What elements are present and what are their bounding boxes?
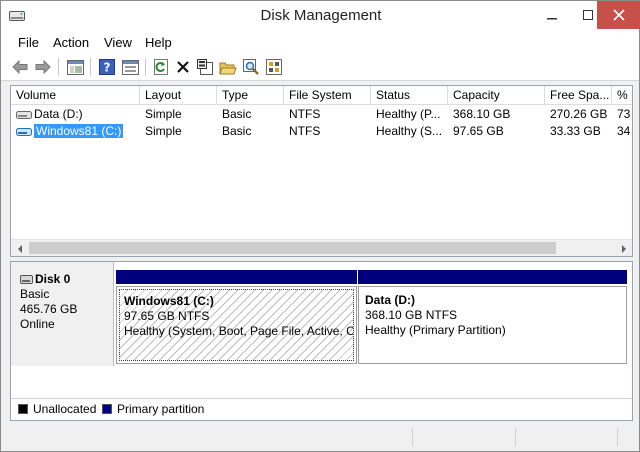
- scroll-left-icon[interactable]: [11, 240, 28, 256]
- volume-name-cell: Windows81 (C:): [11, 123, 140, 140]
- column-header-percent-free[interactable]: % F: [612, 86, 632, 105]
- volume-drive-icon: [16, 127, 32, 136]
- minimize-icon: [547, 18, 557, 20]
- column-header-file-system[interactable]: File System: [284, 86, 371, 105]
- menu-bar: File Action View Help: [1, 31, 639, 53]
- back-arrow-icon[interactable]: [11, 58, 29, 76]
- partition-status: Healthy (System, Boot, Page File, Active…: [124, 324, 354, 338]
- volume-type-cell: Basic: [222, 124, 252, 138]
- open-folder-icon[interactable]: [219, 58, 237, 76]
- column-header-capacity[interactable]: Capacity: [448, 86, 545, 105]
- disk-name: Disk 0: [35, 272, 71, 286]
- column-header-free-space[interactable]: Free Spa...: [545, 86, 612, 105]
- minimize-button[interactable]: [535, 1, 569, 29]
- partition-name: Data (D:): [365, 293, 415, 307]
- disk-graphical-view: Disk 0 Basic 465.76 GB Online Windows81 …: [10, 261, 633, 421]
- disk-type: Basic: [20, 287, 50, 301]
- forward-arrow-icon[interactable]: [34, 58, 52, 76]
- volume-type-cell: Basic: [222, 107, 252, 121]
- partition-c[interactable]: Windows81 (C:) 97.65 GB NTFS Healthy (Sy…: [116, 270, 357, 364]
- primary-partition-swatch: [102, 404, 112, 414]
- menu-action[interactable]: Action: [53, 35, 89, 50]
- legend-unallocated: Unallocated: [33, 402, 97, 416]
- volume-row[interactable]: Data (D:) Simple Basic NTFS Healthy (P..…: [11, 106, 632, 123]
- scrollbar-thumb[interactable]: [29, 242, 556, 254]
- disk-status: Online: [20, 317, 55, 331]
- menu-view[interactable]: View: [104, 35, 132, 50]
- volume-row-selected[interactable]: Windows81 (C:) Simple Basic NTFS Healthy…: [11, 123, 632, 140]
- volume-layout-cell: Simple: [145, 124, 182, 138]
- legend-primary-partition: Primary partition: [117, 402, 205, 416]
- close-icon: [613, 9, 625, 21]
- maximize-icon: [583, 10, 593, 20]
- partition-size: 368.10 GB NTFS: [365, 308, 458, 322]
- status-divider: [412, 428, 413, 446]
- volume-list[interactable]: Volume Layout Type File System Status Ca…: [10, 85, 633, 257]
- disk-size: 465.76 GB: [20, 302, 78, 316]
- partition-status: Healthy (Primary Partition): [365, 323, 506, 337]
- volume-free-cell: 33.33 GB: [550, 124, 601, 138]
- volume-name: Data (D:): [34, 107, 83, 121]
- volume-capacity-cell: 97.65 GB: [453, 124, 504, 138]
- help-icon[interactable]: ?: [98, 58, 116, 76]
- title-bar[interactable]: Disk Management: [1, 1, 640, 31]
- volume-fs-cell: NTFS: [289, 124, 321, 138]
- snapin-icon[interactable]: [265, 58, 283, 76]
- disk-0-label[interactable]: Disk 0 Basic 465.76 GB Online: [11, 262, 114, 366]
- delete-icon[interactable]: [174, 58, 192, 76]
- partition-size: 97.65 GB NTFS: [124, 309, 210, 323]
- toolbar: ?: [1, 53, 639, 81]
- properties-icon[interactable]: [196, 58, 214, 76]
- disk-icon: [20, 275, 33, 285]
- volume-drive-icon: [16, 110, 32, 119]
- close-button[interactable]: [597, 1, 640, 29]
- unallocated-swatch: [18, 404, 28, 414]
- column-header-type[interactable]: Type: [217, 86, 284, 105]
- console-tree-icon[interactable]: [66, 58, 84, 76]
- column-header-volume[interactable]: Volume: [11, 86, 140, 105]
- toolbar-separator: [58, 58, 59, 76]
- menu-file[interactable]: File: [18, 35, 39, 50]
- svg-text:?: ?: [104, 61, 111, 75]
- toolbar-separator: [90, 58, 91, 76]
- scroll-right-icon[interactable]: [615, 240, 632, 256]
- volume-name: Windows81 (C:): [34, 124, 124, 138]
- volume-list-header: Volume Layout Type File System Status Ca…: [11, 86, 632, 105]
- status-divider: [515, 428, 516, 446]
- volume-percent-cell: 34: [617, 124, 631, 138]
- volume-status-cell: Healthy (S...: [376, 124, 443, 138]
- partition-selected-area: Windows81 (C:) 97.65 GB NTFS Healthy (Sy…: [119, 289, 354, 361]
- help-topics-icon[interactable]: [121, 58, 139, 76]
- partition-box: Data (D:) 368.10 GB NTFS Healthy (Primar…: [358, 286, 627, 364]
- status-bar: [1, 425, 639, 451]
- partition-color-bar: [116, 270, 357, 284]
- volume-free-cell: 270.26 GB: [550, 107, 608, 121]
- volume-percent-cell: 73: [617, 107, 631, 121]
- column-header-layout[interactable]: Layout: [140, 86, 217, 105]
- partition-name: Windows81 (C:): [124, 294, 214, 308]
- volume-fs-cell: NTFS: [289, 107, 321, 121]
- volume-layout-cell: Simple: [145, 107, 182, 121]
- disk-management-window: Disk Management File Action View Help ?: [0, 0, 640, 452]
- volume-status-cell: Healthy (P...: [376, 107, 441, 121]
- toolbar-separator: [145, 58, 146, 76]
- column-header-status[interactable]: Status: [371, 86, 448, 105]
- search-icon[interactable]: [242, 58, 260, 76]
- menu-help[interactable]: Help: [145, 35, 172, 50]
- partition-area: Data (D:) 368.10 GB NTFS Healthy (Primar…: [361, 289, 624, 361]
- volume-name-cell: Data (D:): [11, 106, 140, 123]
- partition-d[interactable]: Data (D:) 368.10 GB NTFS Healthy (Primar…: [358, 270, 627, 364]
- status-divider: [617, 428, 618, 446]
- refresh-icon[interactable]: [152, 58, 170, 76]
- horizontal-scrollbar[interactable]: [11, 239, 632, 256]
- partition-box: Windows81 (C:) 97.65 GB NTFS Healthy (Sy…: [116, 286, 357, 364]
- legend: Unallocated Primary partition: [11, 398, 632, 420]
- partition-color-bar: [358, 270, 627, 284]
- volume-capacity-cell: 368.10 GB: [453, 107, 511, 121]
